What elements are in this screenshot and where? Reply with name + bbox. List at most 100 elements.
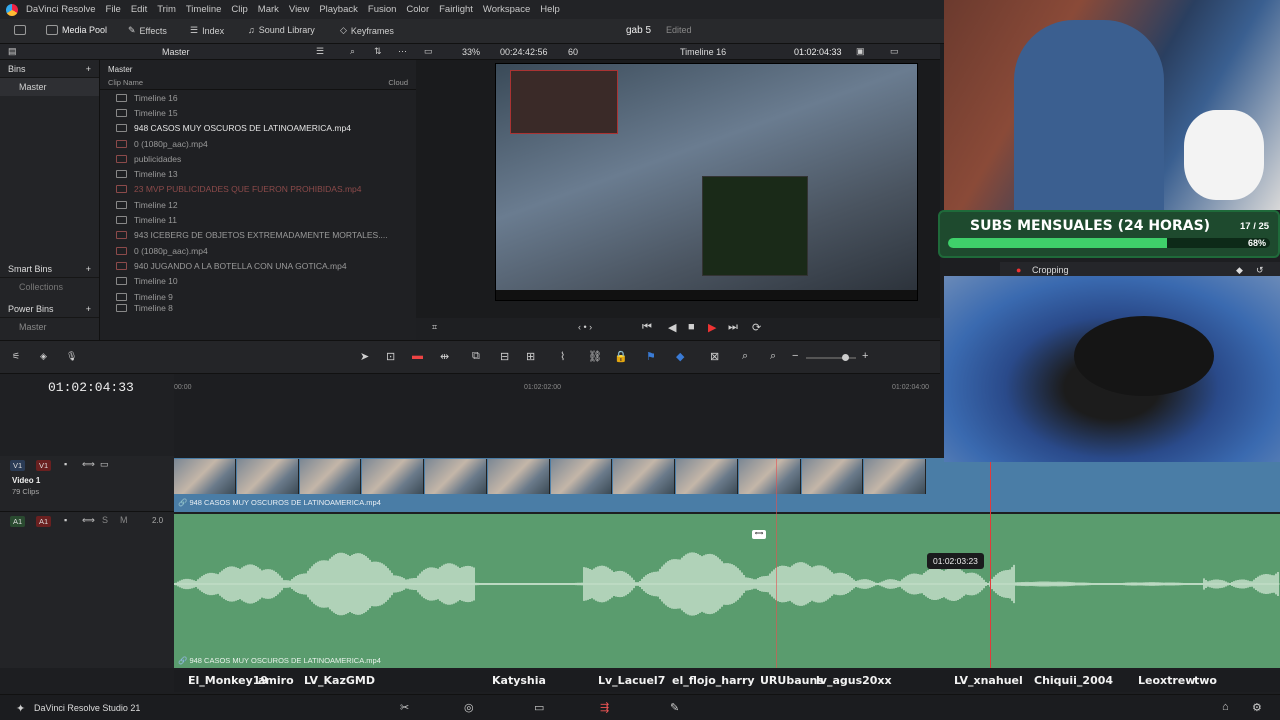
zoom-out-icon[interactable]: − <box>792 350 798 362</box>
zoom-detail-icon[interactable]: ⌕ <box>742 350 748 363</box>
media-page-icon[interactable]: ◎ <box>464 701 474 714</box>
keyframes-button[interactable]: ◇ Keyframes <box>340 25 394 36</box>
play-reverse-icon[interactable]: ◀ <box>668 321 676 334</box>
cut-page-icon[interactable]: ✂ <box>400 701 409 714</box>
edit-page-active-icon[interactable]: ⇶ <box>600 701 609 714</box>
crop-icon[interactable]: ⌗ <box>432 322 437 333</box>
zoom-custom-icon[interactable]: ⌕ <box>770 350 776 363</box>
zoom-full-icon[interactable]: ⊠ <box>710 350 719 363</box>
workspace-toggle-button[interactable] <box>14 25 26 35</box>
viewer-frame[interactable] <box>495 63 918 301</box>
menu-view[interactable]: View <box>289 4 309 15</box>
bin-collections[interactable]: Collections <box>0 278 99 296</box>
a1-source-badge[interactable]: A1 <box>10 516 26 527</box>
play-icon[interactable]: ▶ <box>708 321 716 334</box>
sort-icon[interactable]: ⇅ <box>374 46 382 57</box>
menu-trim[interactable]: Trim <box>157 4 176 15</box>
power-bin-master[interactable]: Master <box>0 318 99 336</box>
menu-timeline[interactable]: Timeline <box>186 4 222 15</box>
col-clip-name[interactable]: Clip Name <box>108 78 143 89</box>
go-to-end-icon[interactable]: ⏭ <box>728 321 738 334</box>
lock-icon[interactable]: 🔒 <box>614 350 628 363</box>
menu-edit[interactable]: Edit <box>131 4 147 15</box>
insert-icon[interactable]: ⧉ <box>472 350 480 363</box>
overwrite-icon[interactable]: ⊟ <box>500 350 509 363</box>
sound-library-button[interactable]: ♫ Sound Library <box>248 25 315 35</box>
clip-row[interactable]: 943 ICEBERG DE OBJETOS EXTREMADAMENTE MO… <box>100 228 416 243</box>
fusion-page-icon[interactable]: ✎ <box>670 701 679 714</box>
add-bin-icon[interactable]: + <box>86 64 91 74</box>
zoom-slider-handle[interactable] <box>842 354 849 361</box>
menu-file[interactable]: File <box>106 4 121 15</box>
menu-color[interactable]: Color <box>406 4 429 15</box>
bin-master[interactable]: Master <box>0 78 99 96</box>
clip-row[interactable]: 948 CASOS MUY OSCUROS DE LATINOAMERICA.m… <box>100 121 416 136</box>
viewer-mode-icon[interactable]: ▭ <box>424 46 433 57</box>
menu-workspace[interactable]: Workspace <box>483 4 530 15</box>
clip-row[interactable]: 0 (1080p_aac).mp4 <box>100 243 416 258</box>
track-enable-icon[interactable]: ▭ <box>100 459 109 470</box>
index-button[interactable]: ☰ Index <box>190 25 224 36</box>
clip-row[interactable]: Timeline 15 <box>100 105 416 120</box>
menu-help[interactable]: Help <box>540 4 560 15</box>
menu-fusion[interactable]: Fusion <box>368 4 397 15</box>
clip-row[interactable]: Timeline 11 <box>100 212 416 227</box>
zoom-level[interactable]: 33% <box>462 47 480 57</box>
smart-bins-header[interactable]: Smart Bins + <box>0 260 99 278</box>
media-pool-button[interactable]: Media Pool <box>46 25 107 35</box>
playhead[interactable] <box>990 458 991 668</box>
menu-mark[interactable]: Mark <box>258 4 279 15</box>
clip-row[interactable]: Timeline 13 <box>100 166 416 181</box>
link-icon[interactable]: ⛓ <box>588 350 602 363</box>
a1-patch-badge[interactable]: A1 <box>36 516 52 527</box>
menu-playback[interactable]: Playback <box>319 4 358 15</box>
search-icon[interactable]: ⌕ <box>350 46 355 57</box>
loop-icon[interactable]: ⟳ <box>752 321 761 334</box>
marker-icon[interactable]: ◆ <box>676 350 684 363</box>
settings-gear-icon[interactable]: ⚙ <box>1252 701 1262 714</box>
clip-row[interactable]: Timeline 10 <box>100 274 416 289</box>
power-bins-header[interactable]: Power Bins + <box>0 300 99 318</box>
timeline-ruler[interactable]: 00:00 01:02:02:00 01:02:04:00 <box>174 374 944 456</box>
clip-row[interactable]: Timeline 12 <box>100 197 416 212</box>
snapping-icon[interactable]: ⌇ <box>560 350 565 363</box>
display-icon[interactable]: ▭ <box>890 46 899 57</box>
video-track-name[interactable]: Video 1 <box>12 476 40 485</box>
clip-row[interactable]: Timeline 9 <box>100 289 416 304</box>
menu-fairlight[interactable]: Fairlight <box>439 4 473 15</box>
track-lock-icon[interactable]: ▪ <box>64 459 67 469</box>
clip-row[interactable]: Timeline 16 <box>100 90 416 105</box>
jog-icon[interactable]: ‹ • › <box>578 322 592 332</box>
menu-clip[interactable]: Clip <box>231 4 247 15</box>
timeline-view-icon[interactable]: ⚟ <box>12 351 20 362</box>
viewer-options-icon[interactable]: ▣ <box>856 46 865 57</box>
auto-select-icon[interactable]: ⟺ <box>82 459 95 470</box>
list-view-icon[interactable]: ☰ <box>316 46 324 57</box>
stop-icon[interactable]: ■ <box>688 321 695 333</box>
timeline-name[interactable]: Timeline 16 <box>680 47 726 57</box>
audio-meter-icon[interactable]: ◈ <box>40 351 47 362</box>
dynamic-trim-icon[interactable]: ⇹ <box>440 350 449 363</box>
more-options-icon[interactable]: ⋯ <box>398 46 407 57</box>
clip-row[interactable]: publicidades <box>100 151 416 166</box>
blade-tool-icon[interactable]: ▬ <box>412 350 423 362</box>
mic-icon[interactable]: 🎙 <box>66 351 77 362</box>
replace-icon[interactable]: ⊞ <box>526 350 535 363</box>
col-cloud[interactable]: Cloud <box>388 78 408 89</box>
v1-patch-badge[interactable]: V1 <box>36 460 52 471</box>
auto-select-icon[interactable]: ⟺ <box>82 515 95 526</box>
add-smart-bin-icon[interactable]: + <box>86 264 91 274</box>
clip-row[interactable]: 0 (1080p_aac).mp4 <box>100 136 416 151</box>
effects-button[interactable]: ✎ Effects <box>128 25 167 36</box>
zoom-in-icon[interactable]: + <box>862 350 868 362</box>
clip-row[interactable]: Timeline 8 <box>100 304 416 313</box>
trim-tool-icon[interactable]: ⊡ <box>386 350 395 363</box>
add-power-bin-icon[interactable]: + <box>86 304 91 314</box>
mute-icon[interactable]: M <box>120 515 128 525</box>
clip-row[interactable]: 940 JUGANDO A LA BOTELLA CON UNA GOTICA.… <box>100 258 416 273</box>
go-to-start-icon[interactable]: ⏮ <box>642 321 652 334</box>
clip-row[interactable]: 23 MVP PUBLICIDADES QUE FUERON PROHIBIDA… <box>100 182 416 197</box>
edit-page-icon[interactable]: ▭ <box>534 701 544 714</box>
video-clip-thumbnails[interactable] <box>174 459 926 494</box>
layout-icon[interactable]: ▤ <box>8 46 17 57</box>
